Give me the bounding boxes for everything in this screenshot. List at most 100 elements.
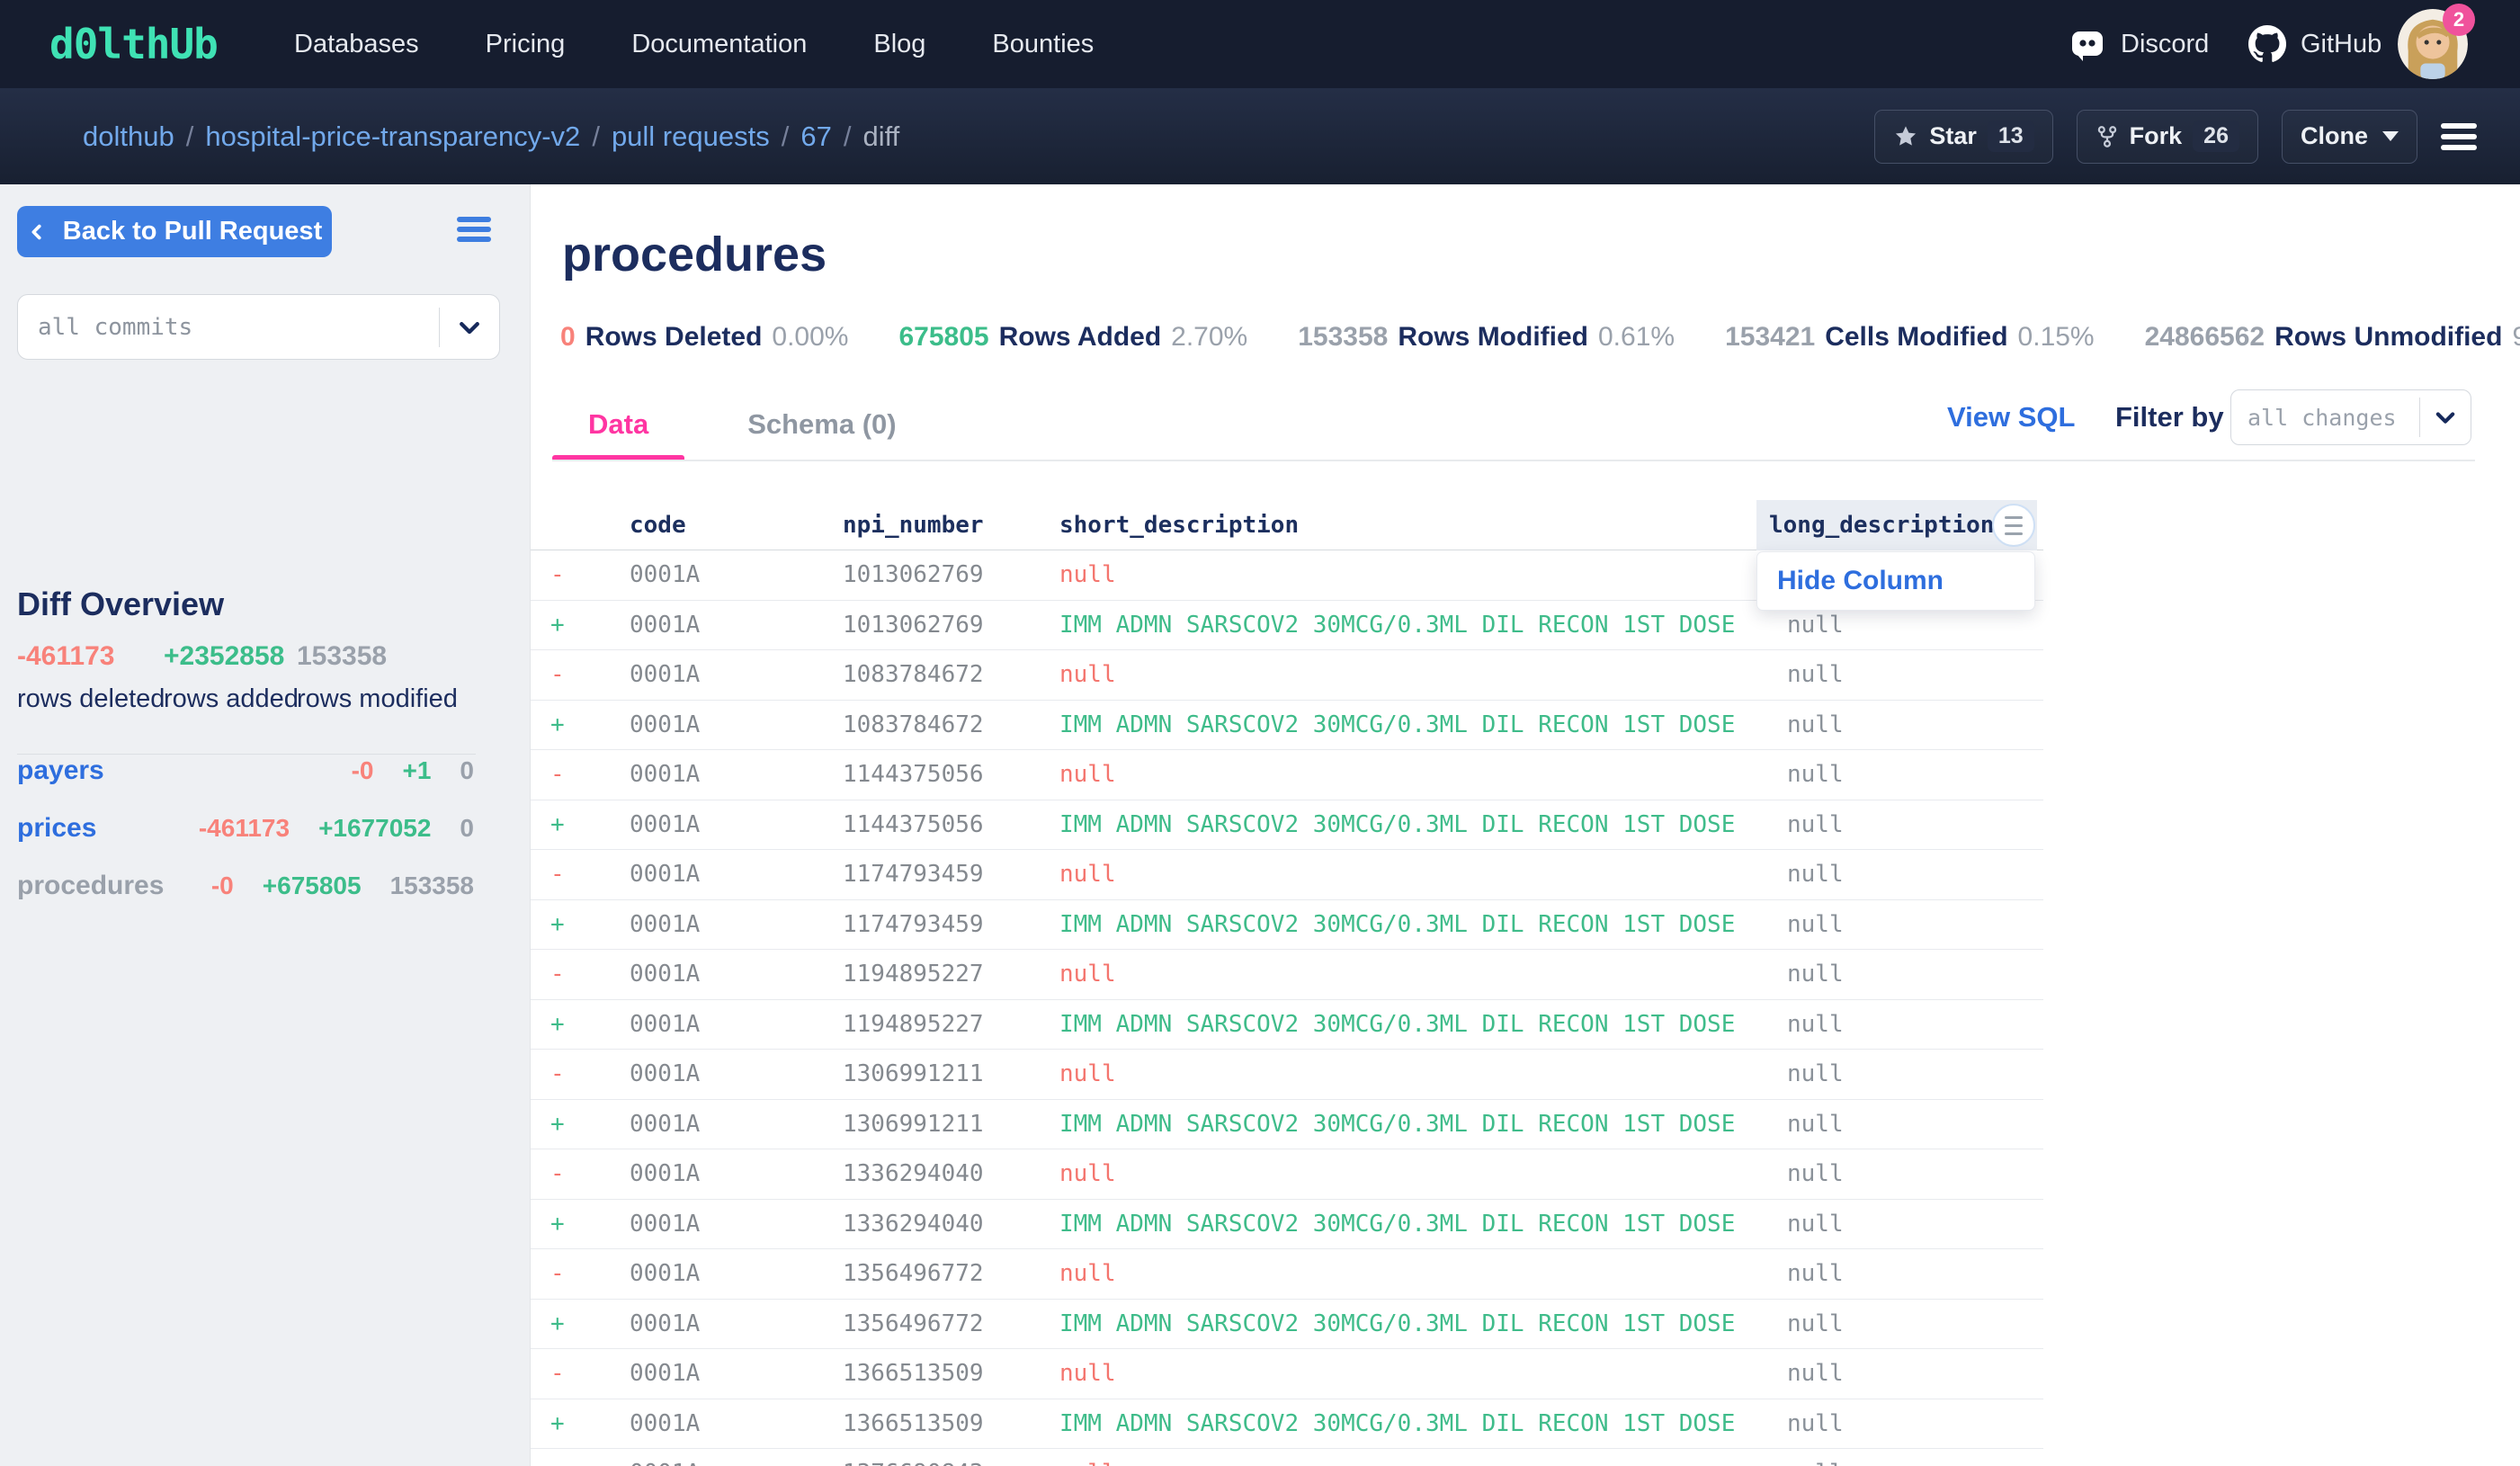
github-link[interactable]: GitHub xyxy=(2248,0,2381,88)
summary-value: -461173 xyxy=(17,641,165,672)
cell-long-description: null xyxy=(1787,1000,1844,1050)
cell-long-description: null xyxy=(1787,1200,1844,1250)
caret-down-icon xyxy=(2382,131,2399,141)
chevron-down-icon xyxy=(440,314,499,341)
table-diff-row: payers -0 +1 0 xyxy=(17,742,474,800)
commits-select[interactable]: all commits xyxy=(17,294,500,360)
tab[interactable]: Schema (0) xyxy=(711,387,932,461)
stat-value: 24866562 xyxy=(2145,322,2265,353)
breadcrumb-item: diff xyxy=(862,121,899,153)
diff-sidebar: Back to Pull Request all commits Diff Ov… xyxy=(0,184,531,1466)
user-avatar[interactable]: 2 xyxy=(2398,9,2468,79)
commits-select-value: all commits xyxy=(18,314,439,341)
diff-stats-row: 0 Rows Deleted 0.00% 675805 Rows Added 2… xyxy=(560,322,2520,353)
cell-code: 0001A xyxy=(630,550,700,601)
breadcrumb-item[interactable]: pull requests xyxy=(612,121,770,153)
cell-code: 0001A xyxy=(630,701,700,751)
summary-label: rows modified xyxy=(297,684,458,714)
cell-code: 0001A xyxy=(630,1000,700,1050)
cell-npi-number: 1174793459 xyxy=(843,850,984,900)
table-name-link[interactable]: prices xyxy=(17,813,170,844)
dolthub-logo[interactable]: d0lthUb xyxy=(49,0,218,88)
table-row: - 0001A 1144375056 null null xyxy=(531,750,2043,800)
hide-column-item[interactable]: Hide Column xyxy=(1757,566,1944,596)
view-sql-link[interactable]: View SQL xyxy=(1947,401,2075,434)
cell-long-description: null xyxy=(1787,1249,1844,1300)
summary-value: +2352858 xyxy=(164,641,299,672)
clone-label: Clone xyxy=(2301,122,2368,150)
cell-long-description: null xyxy=(1787,850,1844,900)
cell-short-description: IMM ADMN SARSCOV2 30MCG/0.3ML DIL RECON … xyxy=(1059,701,1735,751)
cell-npi-number: 1013062769 xyxy=(843,601,984,651)
filter-by-label: Filter by xyxy=(2115,401,2224,434)
column-menu-button[interactable] xyxy=(1992,504,2035,547)
cell-code: 0001A xyxy=(630,1300,700,1350)
breadcrumb-item[interactable]: 67 xyxy=(800,121,831,153)
table-row: + 0001A 1194895227 IMM ADMN SARSCOV2 30M… xyxy=(531,1000,2043,1050)
breadcrumb-item[interactable]: hospital-price-transparency-v2 xyxy=(205,121,580,153)
cell-short-description: IMM ADMN SARSCOV2 30MCG/0.3ML DIL RECON … xyxy=(1059,1200,1735,1250)
breadcrumb-item: / xyxy=(186,121,194,153)
cell-long-description: null xyxy=(1787,1399,1844,1450)
cell-code: 0001A xyxy=(630,1100,700,1150)
discord-link[interactable]: Discord xyxy=(2069,0,2209,88)
diff-stat: 153421 Cells Modified 0.15% xyxy=(1725,322,2095,353)
column-header-npi-number: npi_number xyxy=(843,500,984,550)
star-button[interactable]: Star 13 xyxy=(1874,110,2052,164)
diff-sign: + xyxy=(550,1399,565,1450)
diff-sign: + xyxy=(550,1300,565,1350)
diff-sign: + xyxy=(550,900,565,951)
breadcrumb-item[interactable]: dolthub xyxy=(83,121,174,153)
menu-hamburger-icon[interactable] xyxy=(2441,123,2477,150)
chevron-left-icon xyxy=(27,222,47,242)
back-to-pull-request-button[interactable]: Back to Pull Request xyxy=(17,206,332,257)
cell-npi-number: 1013062769 xyxy=(843,550,984,601)
table-row: + 0001A 1336294040 IMM ADMN SARSCOV2 30M… xyxy=(531,1200,2043,1250)
navbar-links: Databases Pricing Documentation Blog Bountie… xyxy=(294,0,1094,88)
cell-npi-number: 1336294040 xyxy=(843,1149,984,1200)
cell-code: 0001A xyxy=(630,1200,700,1250)
summary-label: rows deleted xyxy=(17,684,165,714)
column-menu-icon xyxy=(2005,516,2023,535)
clone-button[interactable]: Clone xyxy=(2282,110,2417,164)
navbar-link[interactable]: Blog xyxy=(873,30,925,59)
cell-short-description: IMM ADMN SARSCOV2 30MCG/0.3ML DIL RECON … xyxy=(1059,601,1735,651)
stat-value: 675805 xyxy=(898,322,988,353)
filter-select[interactable]: all changes xyxy=(2230,389,2471,445)
table-name-link[interactable]: payers xyxy=(17,755,323,786)
stat-label: Rows Deleted xyxy=(585,322,763,353)
table-row: - 0001A 1366513509 null null xyxy=(531,1349,2043,1399)
navbar-link[interactable]: Pricing xyxy=(486,30,566,59)
cell-code: 0001A xyxy=(630,850,700,900)
back-button-label: Back to Pull Request xyxy=(63,217,322,246)
cell-short-description: null xyxy=(1059,750,1116,800)
diff-overview-title: Diff Overview xyxy=(17,586,224,623)
table-rows-modified: 0 xyxy=(460,814,474,843)
cell-code: 0001A xyxy=(630,750,700,800)
cell-npi-number: 1356496772 xyxy=(843,1249,984,1300)
tab[interactable]: Data xyxy=(552,387,684,461)
page-title: procedures xyxy=(562,227,827,282)
stat-value: 0 xyxy=(560,322,576,353)
sidebar-hamburger-icon[interactable] xyxy=(457,217,491,242)
diff-sign: - xyxy=(550,650,565,701)
navbar-link[interactable]: Databases xyxy=(294,30,419,59)
stat-label: Cells Modified xyxy=(1825,322,2007,353)
table-row: + 0001A 1144375056 IMM ADMN SARSCOV2 30M… xyxy=(531,800,2043,851)
cell-short-description: null xyxy=(1059,1249,1116,1300)
navbar-link[interactable]: Bounties xyxy=(992,30,1094,59)
table-diff-row: procedures -0 +675805 153358 xyxy=(17,857,474,915)
diff-summary-item: +2352858 rows added xyxy=(164,641,299,714)
table-rows-modified: 0 xyxy=(460,756,474,785)
fork-button[interactable]: Fork 26 xyxy=(2077,110,2258,164)
cell-long-description: null xyxy=(1787,701,1844,751)
diff-stat: 675805 Rows Added 2.70% xyxy=(898,322,1247,353)
table-name-link[interactable]: procedures xyxy=(17,871,183,901)
stat-percent: 0.15% xyxy=(2018,322,2095,353)
cell-short-description: IMM ADMN SARSCOV2 30MCG/0.3ML DIL RECON … xyxy=(1059,1100,1735,1150)
navbar-link[interactable]: Documentation xyxy=(631,30,807,59)
diff-sign: + xyxy=(550,701,565,751)
table-row: - 0001A 1194895227 null null xyxy=(531,950,2043,1000)
diff-sign: - xyxy=(550,1349,565,1399)
table-row: + 0001A 1083784672 IMM ADMN SARSCOV2 30M… xyxy=(531,701,2043,751)
